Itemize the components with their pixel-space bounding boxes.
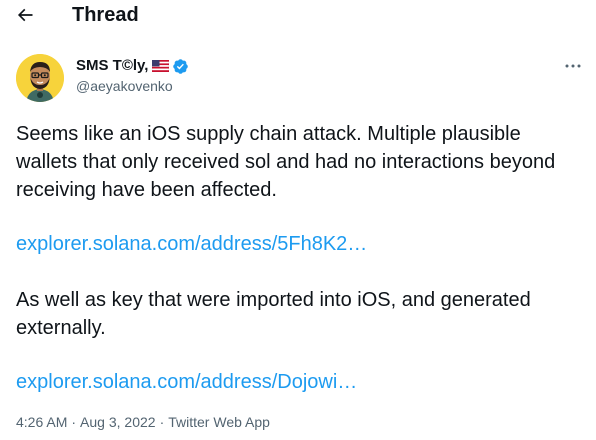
us-flag-icon [152, 60, 170, 72]
tweet-text-paragraph-2: As well as key that were imported into i… [16, 289, 531, 339]
tweet-text-paragraph-1: Seems like an iOS supply chain attack. M… [16, 123, 556, 201]
author-display-name[interactable]: SMS T©ly, [76, 57, 148, 75]
page-title: Thread [72, 4, 139, 26]
author-name-row: SMS T©ly, [76, 57, 189, 75]
avatar-illustration [16, 54, 64, 102]
tweet-date[interactable]: Aug 3, 2022 [80, 414, 156, 430]
avatar[interactable] [16, 54, 64, 102]
tweet-time[interactable]: 4:26 AM [16, 414, 67, 430]
meta-separator: · [159, 414, 165, 430]
tweet-source[interactable]: Twitter Web App [168, 414, 270, 430]
author-handle[interactable]: @aeyakovenko [76, 78, 173, 95]
verified-badge-icon [173, 58, 189, 74]
back-button[interactable] [12, 2, 38, 28]
tweet-metadata: 4:26 AM · Aug 3, 2022 · Twitter Web App [16, 414, 270, 430]
tweet-link-2[interactable]: explorer.solana.com/address/Dojowi… [16, 371, 357, 393]
thread-header: Thread [0, 0, 596, 30]
meta-separator: · [71, 414, 77, 430]
more-options-button[interactable] [561, 56, 585, 76]
arrow-left-icon [17, 8, 33, 22]
more-dots-icon [565, 64, 581, 68]
tweet-link-1[interactable]: explorer.solana.com/address/5Fh8K2… [16, 233, 367, 255]
